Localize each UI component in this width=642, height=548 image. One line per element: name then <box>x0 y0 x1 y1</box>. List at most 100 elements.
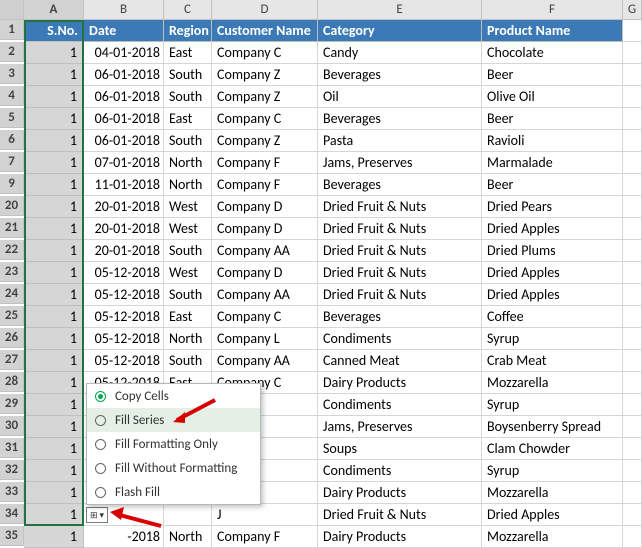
row-header[interactable]: 22 <box>0 240 24 260</box>
cell-category[interactable]: Beverages <box>318 174 482 196</box>
column-header[interactable]: B <box>84 0 164 20</box>
cell[interactable] <box>623 372 642 394</box>
cell-date[interactable]: 20-01-2018 <box>84 218 164 240</box>
cell[interactable] <box>623 438 642 460</box>
cell-product[interactable]: Dried Apples <box>482 262 623 284</box>
row-header[interactable]: 34 <box>0 504 24 524</box>
cell-product[interactable]: Clam Chowder <box>482 438 623 460</box>
row-header[interactable]: 32 <box>0 460 24 480</box>
cell-sno[interactable]: 1 <box>24 416 84 438</box>
cell[interactable] <box>623 86 642 108</box>
cell-product[interactable]: Olive Oil <box>482 86 623 108</box>
cell-date[interactable]: 20-01-2018 <box>84 240 164 262</box>
cell-category[interactable]: Dairy Products <box>318 372 482 394</box>
cell-region[interactable]: South <box>164 86 212 108</box>
cell[interactable] <box>623 152 642 174</box>
cell-customer[interactable]: Company C <box>212 42 318 64</box>
cell-date[interactable]: 06-01-2018 <box>84 86 164 108</box>
cell-region[interactable] <box>164 504 212 526</box>
row-header[interactable]: 33 <box>0 482 24 502</box>
cell-category[interactable]: Beverages <box>318 108 482 130</box>
cell-category[interactable]: Dried Fruit & Nuts <box>318 196 482 218</box>
cell-customer[interactable]: J <box>212 504 318 526</box>
cell-customer[interactable]: Company AA <box>212 240 318 262</box>
cell-category[interactable]: Condiments <box>318 460 482 482</box>
cell-sno[interactable]: 1 <box>24 262 84 284</box>
cell-product[interactable]: Marmalade <box>482 152 623 174</box>
cell-sno[interactable]: 1 <box>24 372 84 394</box>
cell-product[interactable]: Syrup <box>482 394 623 416</box>
row-header[interactable]: 31 <box>0 438 24 458</box>
menu-copy-cells[interactable]: Copy Cells <box>87 384 260 408</box>
cell-product[interactable]: Dried Pears <box>482 196 623 218</box>
cell-customer[interactable]: Company AA <box>212 350 318 372</box>
cell-date[interactable]: 06-01-2018 <box>84 64 164 86</box>
row-header[interactable]: 4 <box>0 86 24 106</box>
cell-region[interactable]: North <box>164 152 212 174</box>
cell[interactable] <box>623 416 642 438</box>
cell-customer[interactable]: Company Z <box>212 130 318 152</box>
cell-product[interactable]: Ravioli <box>482 130 623 152</box>
column-header[interactable]: F <box>482 0 623 20</box>
cell-category[interactable]: Jams, Preserves <box>318 416 482 438</box>
cell-category[interactable]: Beverages <box>318 306 482 328</box>
cell-sno[interactable]: 1 <box>24 64 84 86</box>
row-header[interactable]: 26 <box>0 328 24 348</box>
cell-region[interactable]: West <box>164 218 212 240</box>
cell-customer[interactable]: Company D <box>212 196 318 218</box>
row-header[interactable]: 35 <box>0 526 24 546</box>
cell-sno[interactable]: 1 <box>24 108 84 130</box>
cell-customer[interactable]: Company C <box>212 306 318 328</box>
cell-customer[interactable]: Company F <box>212 152 318 174</box>
header-sno[interactable]: S.No. <box>24 20 84 42</box>
cell-sno[interactable]: 1 <box>24 526 84 548</box>
row-header[interactable]: 3 <box>0 64 24 84</box>
column-header[interactable]: C <box>164 0 212 20</box>
cell-category[interactable]: Dried Fruit & Nuts <box>318 284 482 306</box>
cell-date[interactable]: 05-12-2018 <box>84 350 164 372</box>
cell-category[interactable]: Candy <box>318 42 482 64</box>
cell-category[interactable]: Dried Fruit & Nuts <box>318 504 482 526</box>
cell-product[interactable]: Beer <box>482 174 623 196</box>
cell-customer[interactable]: Company C <box>212 108 318 130</box>
cell-sno[interactable]: 1 <box>24 438 84 460</box>
cell-date[interactable]: 07-01-2018 <box>84 152 164 174</box>
row-header[interactable]: 23 <box>0 262 24 282</box>
cell-product[interactable]: Dried Apples <box>482 218 623 240</box>
cell-product[interactable]: Beer <box>482 64 623 86</box>
cell-sno[interactable]: 1 <box>24 174 84 196</box>
cell-product[interactable]: Coffee <box>482 306 623 328</box>
cell-date[interactable]: 06-01-2018 <box>84 130 164 152</box>
header-product[interactable]: Product Name <box>482 20 623 42</box>
row-header[interactable]: 2 <box>0 42 24 62</box>
cell-customer[interactable]: Company Z <box>212 64 318 86</box>
cell[interactable] <box>623 108 642 130</box>
cell-category[interactable]: Dairy Products <box>318 482 482 504</box>
row-header[interactable]: 27 <box>0 350 24 370</box>
cell-region[interactable]: East <box>164 306 212 328</box>
cell-date[interactable]: 05-12-2018 <box>84 328 164 350</box>
cell-product[interactable]: Chocolate <box>482 42 623 64</box>
header-region[interactable]: Region <box>164 20 212 42</box>
cell-category[interactable]: Dried Fruit & Nuts <box>318 262 482 284</box>
cell-date[interactable]: 06-01-2018 <box>84 108 164 130</box>
cell-date[interactable]: 20-01-2018 <box>84 196 164 218</box>
cell-category[interactable]: Oil <box>318 86 482 108</box>
column-header[interactable]: G <box>623 0 642 20</box>
menu-fill-series[interactable]: Fill Series <box>87 408 260 432</box>
row-header[interactable]: 28 <box>0 372 24 392</box>
cell[interactable] <box>623 460 642 482</box>
menu-fill-without-formatting[interactable]: Fill Without Formatting <box>87 456 260 480</box>
cell-sno[interactable]: 1 <box>24 240 84 262</box>
cell-sno[interactable]: 1 <box>24 328 84 350</box>
cell-sno[interactable]: 1 <box>24 394 84 416</box>
cell-product[interactable]: Beer <box>482 108 623 130</box>
header-date[interactable]: Date <box>84 20 164 42</box>
cell[interactable] <box>623 350 642 372</box>
cell-date[interactable]: 05-12-2018 <box>84 284 164 306</box>
cell-region[interactable]: West <box>164 196 212 218</box>
cell[interactable] <box>623 64 642 86</box>
cell[interactable] <box>623 328 642 350</box>
cell[interactable] <box>623 174 642 196</box>
cell-region[interactable]: South <box>164 64 212 86</box>
